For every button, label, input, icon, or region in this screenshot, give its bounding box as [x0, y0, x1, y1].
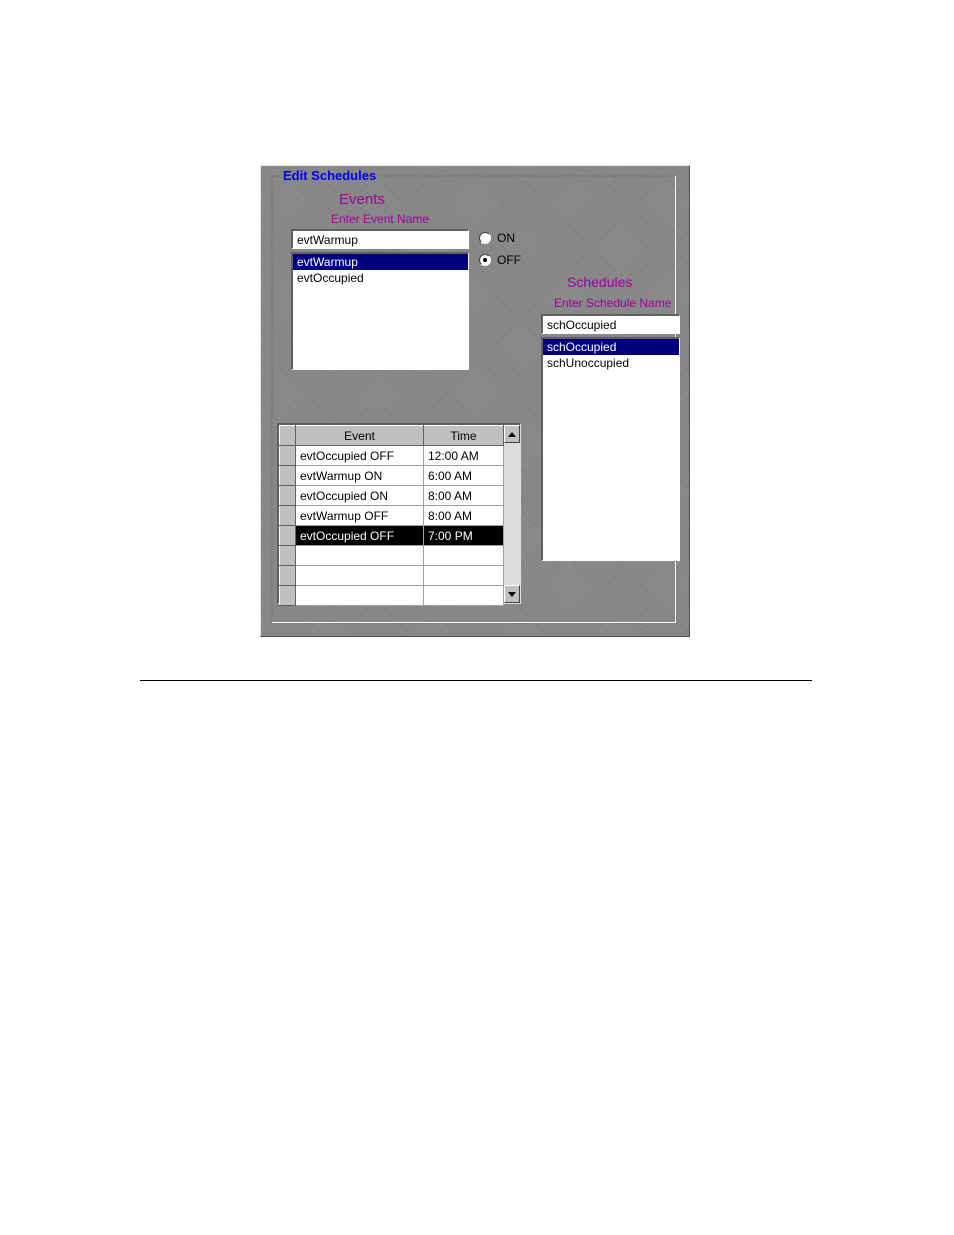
chevron-down-icon [508, 592, 516, 597]
radio-off[interactable]: OFF [479, 253, 521, 267]
table-row[interactable] [280, 566, 504, 586]
cell-time[interactable] [424, 546, 504, 566]
schedules-label: Enter Schedule Name [554, 296, 671, 310]
page: Edit Schedules Events Enter Event Name e… [0, 0, 954, 1235]
cell-event[interactable]: evtOccupied ON [296, 486, 424, 506]
cell-time[interactable]: 8:00 AM [424, 506, 504, 526]
cell-event[interactable] [296, 546, 424, 566]
grid-header-blank [280, 426, 296, 446]
row-header[interactable] [280, 586, 296, 606]
event-name-input[interactable] [291, 229, 469, 249]
cell-event[interactable]: evtOccupied OFF [296, 526, 424, 546]
scroll-down-button[interactable] [504, 585, 520, 603]
schedule-list-item[interactable]: schOccupied [543, 339, 679, 355]
table-row[interactable] [280, 546, 504, 566]
row-header[interactable] [280, 466, 296, 486]
radio-off-circle [479, 254, 491, 266]
row-header[interactable] [280, 486, 296, 506]
row-header[interactable] [280, 446, 296, 466]
row-header[interactable] [280, 546, 296, 566]
cell-time[interactable]: 8:00 AM [424, 486, 504, 506]
table-row[interactable] [280, 586, 504, 606]
cell-event[interactable]: evtWarmup OFF [296, 506, 424, 526]
events-label: Enter Event Name [331, 212, 429, 226]
cell-event[interactable]: evtOccupied OFF [296, 446, 424, 466]
scroll-track[interactable] [504, 443, 520, 585]
cell-event[interactable] [296, 586, 424, 606]
schedule-list[interactable]: schOccupiedschUnoccupied [541, 337, 680, 561]
fieldset-title: Edit Schedules [279, 168, 380, 183]
schedules-heading: Schedules [567, 274, 632, 290]
grid-header-time[interactable]: Time [424, 426, 504, 446]
table-row[interactable]: evtWarmup ON6:00 AM [280, 466, 504, 486]
event-time-grid-container: Event Time evtOccupied OFF12:00 AMevtWar… [277, 423, 521, 604]
radio-on-label: ON [497, 231, 515, 245]
chevron-up-icon [508, 432, 516, 437]
footer-rule [140, 680, 812, 681]
app-window: Edit Schedules Events Enter Event Name e… [260, 165, 690, 637]
cell-event[interactable]: evtWarmup ON [296, 466, 424, 486]
schedule-list-item[interactable]: schUnoccupied [543, 355, 679, 371]
table-row[interactable]: evtOccupied ON8:00 AM [280, 486, 504, 506]
schedule-name-input[interactable] [541, 314, 680, 334]
table-row[interactable]: evtOccupied OFF7:00 PM [280, 526, 504, 546]
row-header[interactable] [280, 506, 296, 526]
radio-off-label: OFF [497, 253, 521, 267]
cell-time[interactable] [424, 586, 504, 606]
cell-time[interactable]: 6:00 AM [424, 466, 504, 486]
radio-on-circle [479, 232, 491, 244]
scroll-up-button[interactable] [504, 425, 520, 443]
table-row[interactable]: evtWarmup OFF8:00 AM [280, 506, 504, 526]
cell-time[interactable] [424, 566, 504, 586]
event-list[interactable]: evtWarmupevtOccupied [291, 252, 469, 370]
cell-event[interactable] [296, 566, 424, 586]
cell-time[interactable]: 7:00 PM [424, 526, 504, 546]
events-heading: Events [339, 191, 385, 208]
event-time-grid[interactable]: Event Time evtOccupied OFF12:00 AMevtWar… [279, 425, 504, 606]
cell-time[interactable]: 12:00 AM [424, 446, 504, 466]
radio-on[interactable]: ON [479, 231, 515, 245]
event-list-item[interactable]: evtOccupied [293, 270, 468, 286]
grid-scrollbar[interactable] [504, 425, 520, 603]
event-list-item[interactable]: evtWarmup [293, 254, 468, 270]
table-row[interactable]: evtOccupied OFF12:00 AM [280, 446, 504, 466]
grid-header-event[interactable]: Event [296, 426, 424, 446]
row-header[interactable] [280, 566, 296, 586]
row-header[interactable] [280, 526, 296, 546]
